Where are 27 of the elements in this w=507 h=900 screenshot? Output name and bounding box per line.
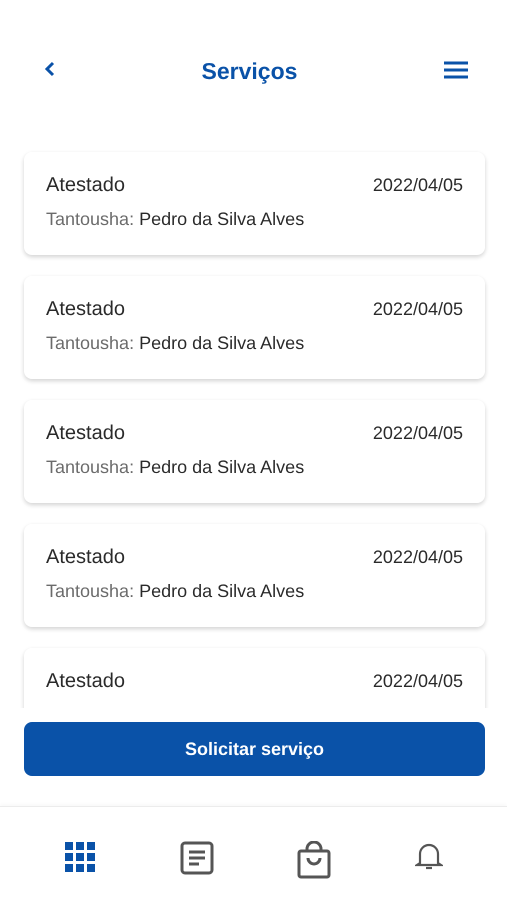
service-card[interactable]: Atestado 2022/04/05 Tantousha: Pedro da Silva Alves <box>24 400 485 503</box>
service-card[interactable]: Atestado 2022/04/05 Tantousha: Pedro da Silva Alves <box>24 524 485 627</box>
bell-icon <box>415 841 444 871</box>
grid-icon <box>64 841 96 873</box>
menu-icon <box>443 60 469 80</box>
service-title: Atestado <box>46 422 125 445</box>
service-date: 2022/04/05 <box>372 547 463 568</box>
holder-text: Tantousha: Pedro da Silva Alves <box>46 581 306 602</box>
service-date: 2022/04/05 <box>372 671 463 692</box>
shopping-bag-icon <box>297 841 332 879</box>
service-card[interactable]: Atestado 2022/04/05 <box>24 648 485 708</box>
service-date: 2022/04/05 <box>372 175 463 196</box>
holder-text: Tantousha: Pedro da Silva Alves <box>46 333 306 354</box>
service-title: Atestado <box>46 298 125 321</box>
back-icon <box>44 60 56 78</box>
service-date: 2022/04/05 <box>372 423 463 444</box>
service-title: Atestado <box>46 174 125 197</box>
document-icon <box>180 841 214 875</box>
holder-text: Tantousha: Pedro da Silva Alves <box>46 209 306 230</box>
request-service-button[interactable]: Solicitar serviço <box>24 722 485 776</box>
page-title: Serviços <box>202 57 298 86</box>
holder-text: Tantousha: Pedro da Silva Alves <box>46 457 306 478</box>
service-card[interactable]: Atestado 2022/04/05 Tantousha: Pedro da Silva Alves <box>24 276 485 379</box>
service-title: Atestado <box>46 546 125 569</box>
service-date: 2022/04/05 <box>372 299 463 320</box>
service-card[interactable]: Atestado 2022/04/05 Tantousha: Pedro da Silva Alves <box>24 152 485 255</box>
service-title: Atestado <box>46 670 125 693</box>
